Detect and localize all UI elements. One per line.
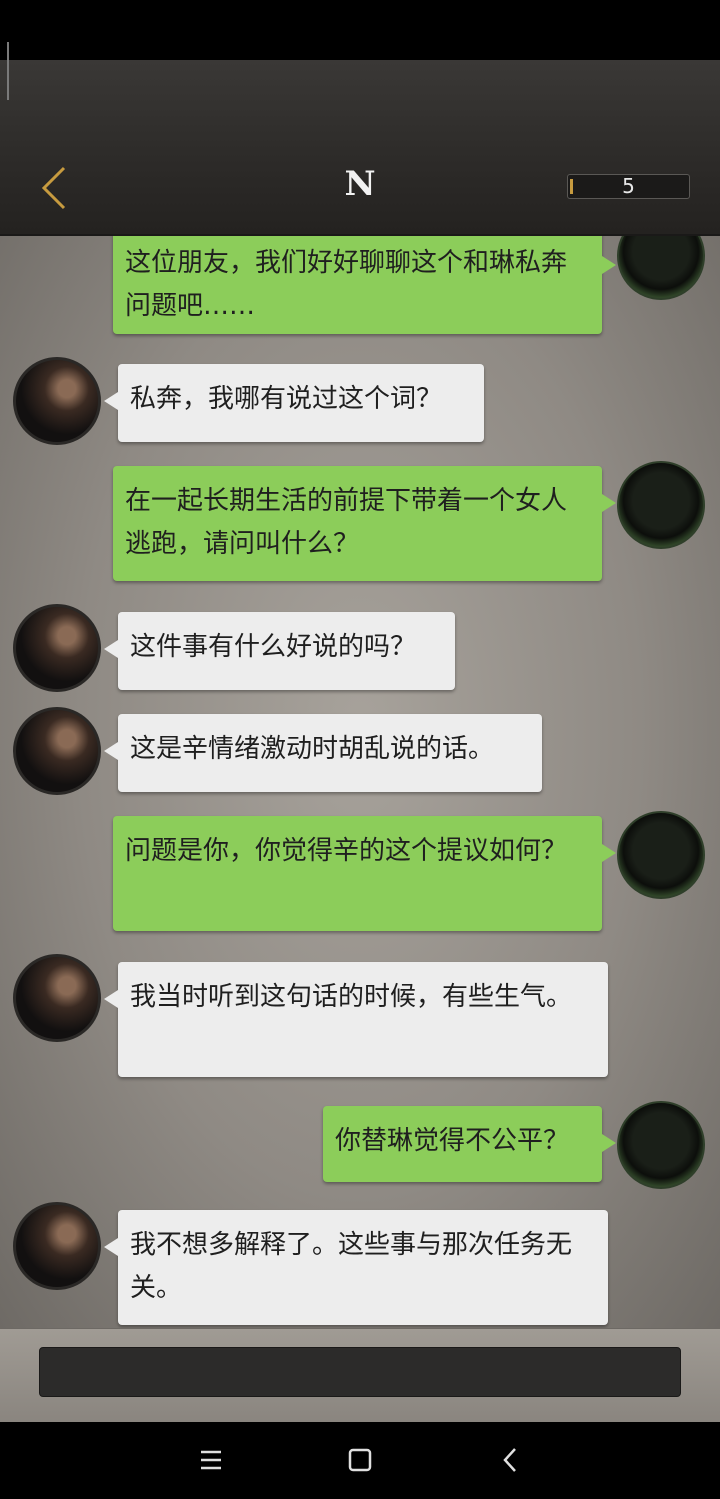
- avatar-contact[interactable]: [13, 604, 101, 692]
- message-bubble-me: 你替琳觉得不公平？: [323, 1106, 616, 1182]
- square-icon: [348, 1448, 372, 1472]
- message-bubble-me: 这位朋友，我们好好聊聊这个和琳私奔问题吧……: [113, 236, 616, 334]
- back-icon: [503, 1448, 516, 1472]
- message-bubble-contact: 我当时听到这句话的时候，有些生气。: [104, 962, 608, 1077]
- avatar-me[interactable]: [617, 1101, 705, 1189]
- nav-menu-button[interactable]: [189, 1440, 233, 1480]
- chat-header: [0, 60, 720, 236]
- message-input[interactable]: [39, 1347, 681, 1397]
- avatar-contact[interactable]: [13, 707, 101, 795]
- progress-counter: 5: [567, 174, 690, 199]
- menu-icon: [201, 1450, 221, 1470]
- avatar-me[interactable]: [617, 236, 705, 300]
- counter-bar: [570, 179, 573, 194]
- avatar-contact[interactable]: [13, 1202, 101, 1290]
- avatar-me[interactable]: [617, 461, 705, 549]
- system-nav-bar: [0, 1422, 720, 1499]
- counter-value: 5: [622, 174, 635, 198]
- message-bubble-me: 问题是你，你觉得辛的这个提议如何？: [113, 816, 616, 931]
- avatar-contact[interactable]: [13, 357, 101, 445]
- message-bubble-me: 在一起长期生活的前提下带着一个女人逃跑，请问叫什么？: [113, 466, 616, 581]
- message-bubble-contact: 私奔，我哪有说过这个词？: [104, 364, 484, 442]
- avatar-me[interactable]: [617, 811, 705, 899]
- message-bubble-contact: 这是辛情绪激动时胡乱说的话。: [104, 714, 542, 792]
- input-area: [0, 1328, 720, 1422]
- nav-home-button[interactable]: [338, 1440, 382, 1480]
- text-cursor: [7, 42, 9, 100]
- avatar-contact[interactable]: [13, 954, 101, 1042]
- status-bar: [0, 0, 720, 60]
- chat-list[interactable]: 这位朋友，我们好好聊聊这个和琳私奔问题吧…… 私奔，我哪有说过这个词？ 在一起长…: [0, 236, 720, 1328]
- nav-back-button[interactable]: [489, 1440, 533, 1480]
- message-bubble-contact: 我不想多解释了。这些事与那次任务无关。: [104, 1210, 608, 1325]
- message-bubble-contact: 这件事有什么好说的吗？: [104, 612, 455, 690]
